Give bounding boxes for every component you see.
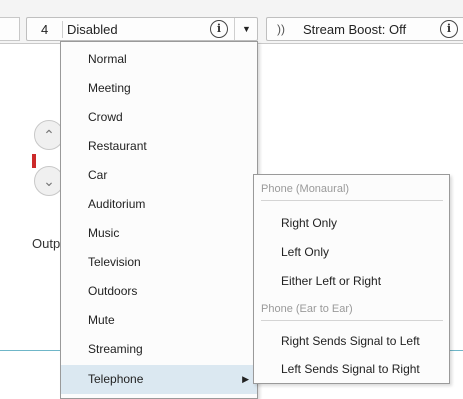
triangle-down-icon: ▼ xyxy=(242,24,251,34)
toolbar: 4 Disabled i ▼ )) Stream Boost: Off i xyxy=(0,0,463,44)
menu-item-auditorium[interactable]: Auditorium xyxy=(61,190,257,219)
output-label: Outp xyxy=(32,236,61,251)
menu-item-car[interactable]: Car xyxy=(61,161,257,190)
option-right-sends-signal-to-left[interactable]: Right Sends Signal to Left xyxy=(281,334,420,348)
menu-item-label: Outdoors xyxy=(88,284,138,298)
menu-item-label: Television xyxy=(88,255,141,269)
menu-item-label: Meeting xyxy=(88,81,131,95)
menu-item-label: Mute xyxy=(88,313,115,327)
telephone-submenu: Phone (Monaural) Right Only Left Only Ei… xyxy=(253,174,450,384)
chevron-right-icon: ▶ xyxy=(242,374,249,384)
stream-boost-info-icon[interactable]: i xyxy=(440,20,458,38)
option-right-only[interactable]: Right Only xyxy=(281,216,337,230)
menu-item-label: Music xyxy=(88,226,120,240)
menu-item-crowd[interactable]: Crowd xyxy=(61,103,257,132)
stream-boost-button[interactable]: )) Stream Boost: Off i xyxy=(266,17,463,41)
menu-item-music[interactable]: Music xyxy=(61,219,257,248)
menu-item-meeting[interactable]: Meeting xyxy=(61,74,257,103)
program-menu: Normal Meeting Crowd Restaurant Car Audi… xyxy=(60,41,258,399)
program-selector[interactable]: 4 Disabled i ▼ xyxy=(26,17,258,41)
option-left-only[interactable]: Left Only xyxy=(281,245,329,259)
menu-item-normal[interactable]: Normal xyxy=(61,45,257,74)
menu-item-mute[interactable]: Mute xyxy=(61,306,257,335)
menu-item-outdoors[interactable]: Outdoors xyxy=(61,277,257,306)
program-info-icon[interactable]: i xyxy=(210,20,228,38)
submenu-header-ear-to-ear: Phone (Ear to Ear) xyxy=(261,303,443,321)
menu-item-television[interactable]: Television xyxy=(61,248,257,277)
submenu-header-monaural: Phone (Monaural) xyxy=(261,183,443,201)
menu-item-label: Car xyxy=(88,168,108,182)
menu-item-label: Crowd xyxy=(88,110,123,124)
sound-wave-icon: )) xyxy=(277,22,285,36)
menu-item-label: Auditorium xyxy=(88,197,146,211)
option-left-sends-signal-to-right[interactable]: Left Sends Signal to Right xyxy=(281,362,420,376)
program-dropdown-button[interactable]: ▼ xyxy=(234,18,258,40)
menu-item-streaming[interactable]: Streaming xyxy=(61,335,257,364)
stream-boost-label: Stream Boost: Off xyxy=(303,22,407,37)
previous-control-stub[interactable] xyxy=(0,17,20,41)
program-number: 4 xyxy=(41,22,49,37)
menu-item-restaurant[interactable]: Restaurant xyxy=(61,132,257,161)
option-either-left-or-right[interactable]: Either Left or Right xyxy=(281,274,381,288)
program-name: Disabled xyxy=(67,22,118,37)
menu-item-telephone[interactable]: Telephone ▶ xyxy=(61,365,257,394)
red-indicator xyxy=(32,154,36,168)
menu-item-label: Telephone xyxy=(88,372,144,386)
divider xyxy=(62,21,63,38)
menu-item-label: Restaurant xyxy=(88,139,147,153)
menu-item-label: Normal xyxy=(88,52,127,66)
menu-item-label: Streaming xyxy=(88,342,143,356)
